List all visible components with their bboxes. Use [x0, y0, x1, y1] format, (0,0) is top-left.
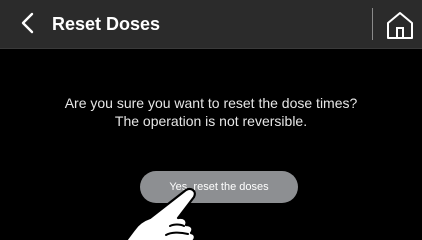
- message-line-1: Are you sure you want to reset the dose …: [64, 95, 358, 111]
- page-title: Reset Doses: [52, 14, 161, 34]
- header-bar: Reset Doses: [0, 0, 422, 49]
- message-line-2: The operation is not reversible.: [114, 113, 308, 129]
- home-button[interactable]: [384, 9, 416, 41]
- back-button[interactable]: [14, 8, 44, 38]
- header-divider: [372, 8, 373, 40]
- reset-doses-button[interactable]: Yes, reset the doses: [140, 171, 298, 203]
- reset-doses-screen: Reset Doses Are you sure you want to res…: [0, 0, 422, 240]
- confirmation-message: Are you sure you want to reset the dose …: [0, 94, 422, 130]
- chevron-left-icon: [21, 12, 34, 34]
- home-icon: [387, 12, 413, 39]
